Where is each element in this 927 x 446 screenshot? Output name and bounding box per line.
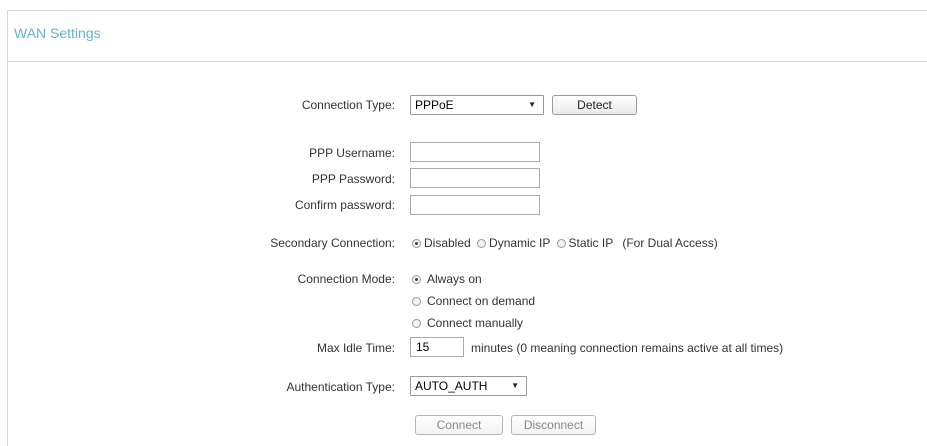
radio-checked-icon <box>412 275 421 285</box>
mode-option-connect-manually[interactable]: Connect manually <box>412 316 523 330</box>
max-idle-time-input[interactable]: 15 <box>410 337 464 357</box>
authentication-type-select[interactable]: AUTO_AUTH ▼ <box>410 376 527 396</box>
radio-icon <box>477 239 487 249</box>
secondary-connection-options: Disabled Dynamic IP Static IP (For Dual … <box>412 236 718 250</box>
ppp-username-label: PPP Username: <box>309 146 395 160</box>
mode-option-connect-on-demand[interactable]: Connect on demand <box>412 294 535 308</box>
max-idle-time-hint: minutes (0 meaning connection remains ac… <box>471 341 784 355</box>
secondary-option-dynamic-ip[interactable]: Dynamic IP <box>477 236 550 250</box>
dual-access-note: (For Dual Access) <box>622 236 718 250</box>
authentication-type-value: AUTO_AUTH <box>415 379 488 393</box>
radio-icon <box>412 297 421 307</box>
confirm-password-input[interactable] <box>410 195 540 215</box>
ppp-password-input[interactable] <box>410 168 540 188</box>
connect-button[interactable]: Connect <box>415 415 503 435</box>
secondary-connection-label: Secondary Connection: <box>270 236 395 250</box>
ppp-username-input[interactable] <box>410 142 540 162</box>
detect-button[interactable]: Detect <box>552 95 637 115</box>
ppp-password-label: PPP Password: <box>311 172 395 186</box>
secondary-option-static-ip[interactable]: Static IP <box>556 236 613 250</box>
connection-type-select[interactable]: PPPoE ▼ <box>410 95 544 115</box>
radio-icon <box>412 319 421 329</box>
authentication-type-label: Authentication Type: <box>286 380 395 394</box>
connection-type-value: PPPoE <box>415 98 454 112</box>
panel-title: WAN Settings <box>14 25 101 41</box>
dropdown-arrow-icon: ▼ <box>511 381 519 390</box>
title-divider <box>8 61 927 62</box>
disconnect-button[interactable]: Disconnect <box>511 415 596 435</box>
connection-mode-label: Connection Mode: <box>297 272 395 286</box>
max-idle-time-label: Max Idle Time: <box>316 341 395 355</box>
radio-checked-icon <box>412 239 421 249</box>
confirm-password-label: Confirm password: <box>294 198 395 212</box>
mode-option-always-on[interactable]: Always on <box>412 272 482 286</box>
radio-icon <box>556 239 566 249</box>
dropdown-arrow-icon: ▼ <box>528 100 536 109</box>
connection-type-label: Connection Type: <box>301 98 395 112</box>
secondary-option-disabled[interactable]: Disabled <box>412 236 471 250</box>
